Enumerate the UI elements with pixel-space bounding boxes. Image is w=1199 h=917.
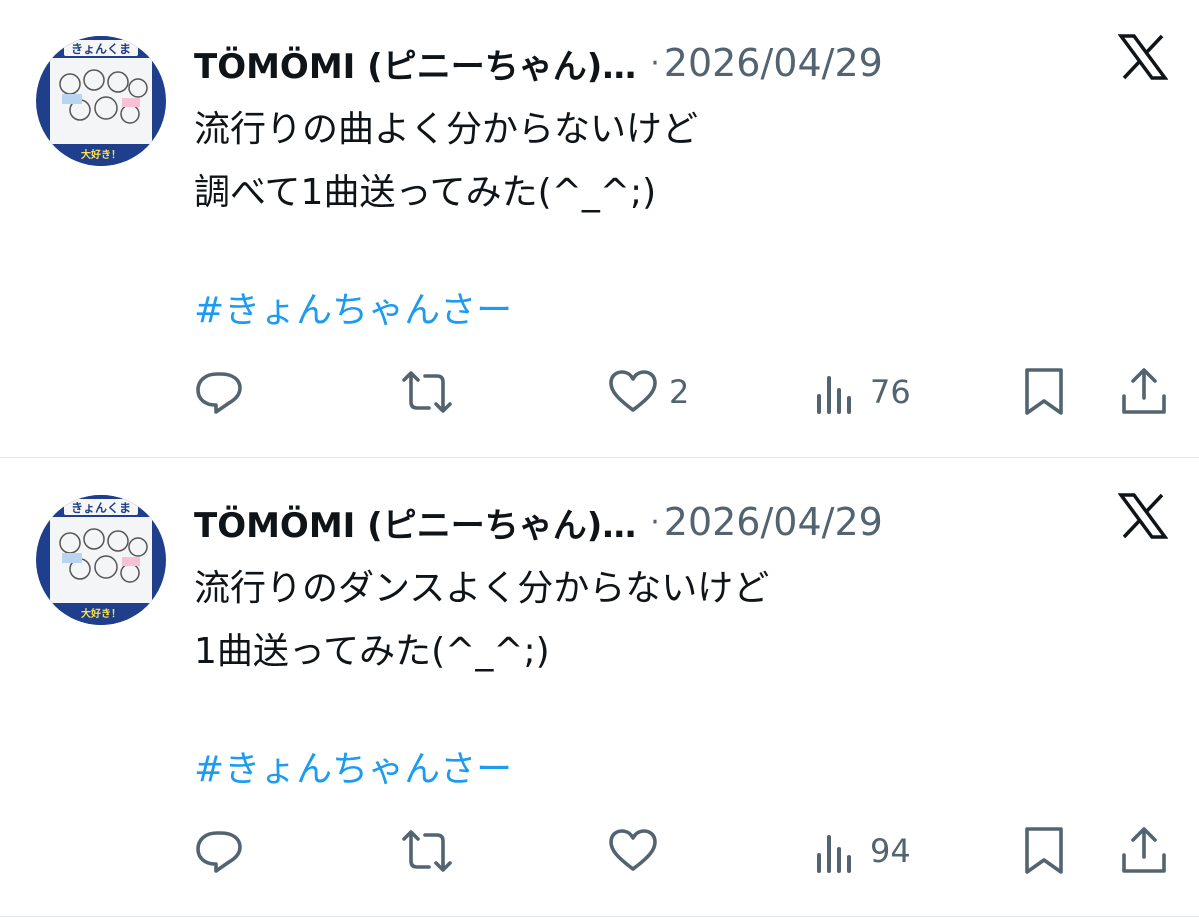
avatar-bottom-text: 大好き！ — [81, 607, 121, 620]
share-icon — [1118, 825, 1170, 877]
post-text: 流行りのダンスよく分からないけど 1曲送ってみた(^_^;) — [194, 557, 769, 683]
x-logo-icon — [1117, 33, 1169, 81]
views-icon — [814, 825, 860, 877]
reply-button[interactable] — [193, 823, 245, 879]
like-icon — [607, 825, 659, 877]
repost-button[interactable] — [398, 823, 456, 879]
views-button[interactable]: 76 — [814, 364, 911, 420]
author-name[interactable]: TÖMÖMI (ピニーちゃん)… — [194, 39, 636, 88]
hashtag-link[interactable]: #きょんちゃんさー — [194, 286, 512, 336]
separator: · — [650, 45, 660, 81]
repost-icon — [398, 825, 456, 877]
post-date[interactable]: 2026/04/29 — [664, 41, 883, 85]
post-text: 流行りの曲よく分からないけど 調べて1曲送ってみた(^_^;) — [194, 98, 698, 224]
avatar[interactable]: きょんくま 大好き！ — [36, 36, 166, 166]
post-text-line: 流行りの曲よく分からないけど — [194, 109, 699, 150]
share-icon — [1118, 366, 1170, 418]
like-count: 2 — [669, 373, 690, 411]
share-button[interactable] — [1118, 364, 1170, 420]
repost-button[interactable] — [398, 364, 456, 420]
bookmark-icon — [1020, 366, 1068, 418]
repost-icon — [398, 366, 456, 418]
views-icon — [814, 366, 860, 418]
bookmark-button[interactable] — [1020, 823, 1068, 879]
avatar-top-text: きょんくま — [71, 501, 131, 515]
post-header: TÖMÖMI (ピニーちゃん)… · 2026/04/29 — [194, 497, 883, 547]
avatar[interactable]: きょんくま 大好き！ — [36, 495, 166, 625]
hashtag-link[interactable]: #きょんちゃんさー — [194, 745, 512, 795]
like-icon — [607, 366, 659, 418]
action-bar: 94 — [0, 823, 1199, 879]
reply-button[interactable] — [193, 364, 245, 420]
reply-icon — [193, 825, 245, 877]
bookmark-icon — [1020, 825, 1068, 877]
post-text-line: 調べて1曲送ってみた(^_^;) — [194, 172, 657, 213]
avatar-bottom-text: 大好き！ — [81, 148, 121, 161]
post-card[interactable]: きょんくま 大好き！ TÖMÖMI (ピニーちゃん)… · 2026/04/29… — [0, 0, 1199, 458]
post-header: TÖMÖMI (ピニーちゃん)… · 2026/04/29 — [194, 38, 883, 88]
post-date[interactable]: 2026/04/29 — [664, 500, 883, 544]
views-count: 94 — [870, 832, 911, 870]
action-bar: 2 76 — [0, 364, 1199, 420]
bookmark-button[interactable] — [1020, 364, 1068, 420]
author-name[interactable]: TÖMÖMI (ピニーちゃん)… — [194, 498, 636, 547]
post-text-line: 1曲送ってみた(^_^;) — [194, 631, 550, 672]
like-button[interactable]: 2 — [607, 364, 689, 420]
post-card[interactable]: きょんくま 大好き！ TÖMÖMI (ピニーちゃん)… · 2026/04/29… — [0, 459, 1199, 917]
like-button[interactable] — [607, 823, 669, 879]
reply-icon — [193, 366, 245, 418]
x-logo-icon — [1117, 492, 1169, 540]
separator: · — [650, 504, 660, 540]
post-text-line: 流行りのダンスよく分からないけど — [194, 568, 770, 609]
share-button[interactable] — [1118, 823, 1170, 879]
views-count: 76 — [870, 373, 911, 411]
views-button[interactable]: 94 — [814, 823, 911, 879]
avatar-top-text: きょんくま — [71, 42, 131, 56]
